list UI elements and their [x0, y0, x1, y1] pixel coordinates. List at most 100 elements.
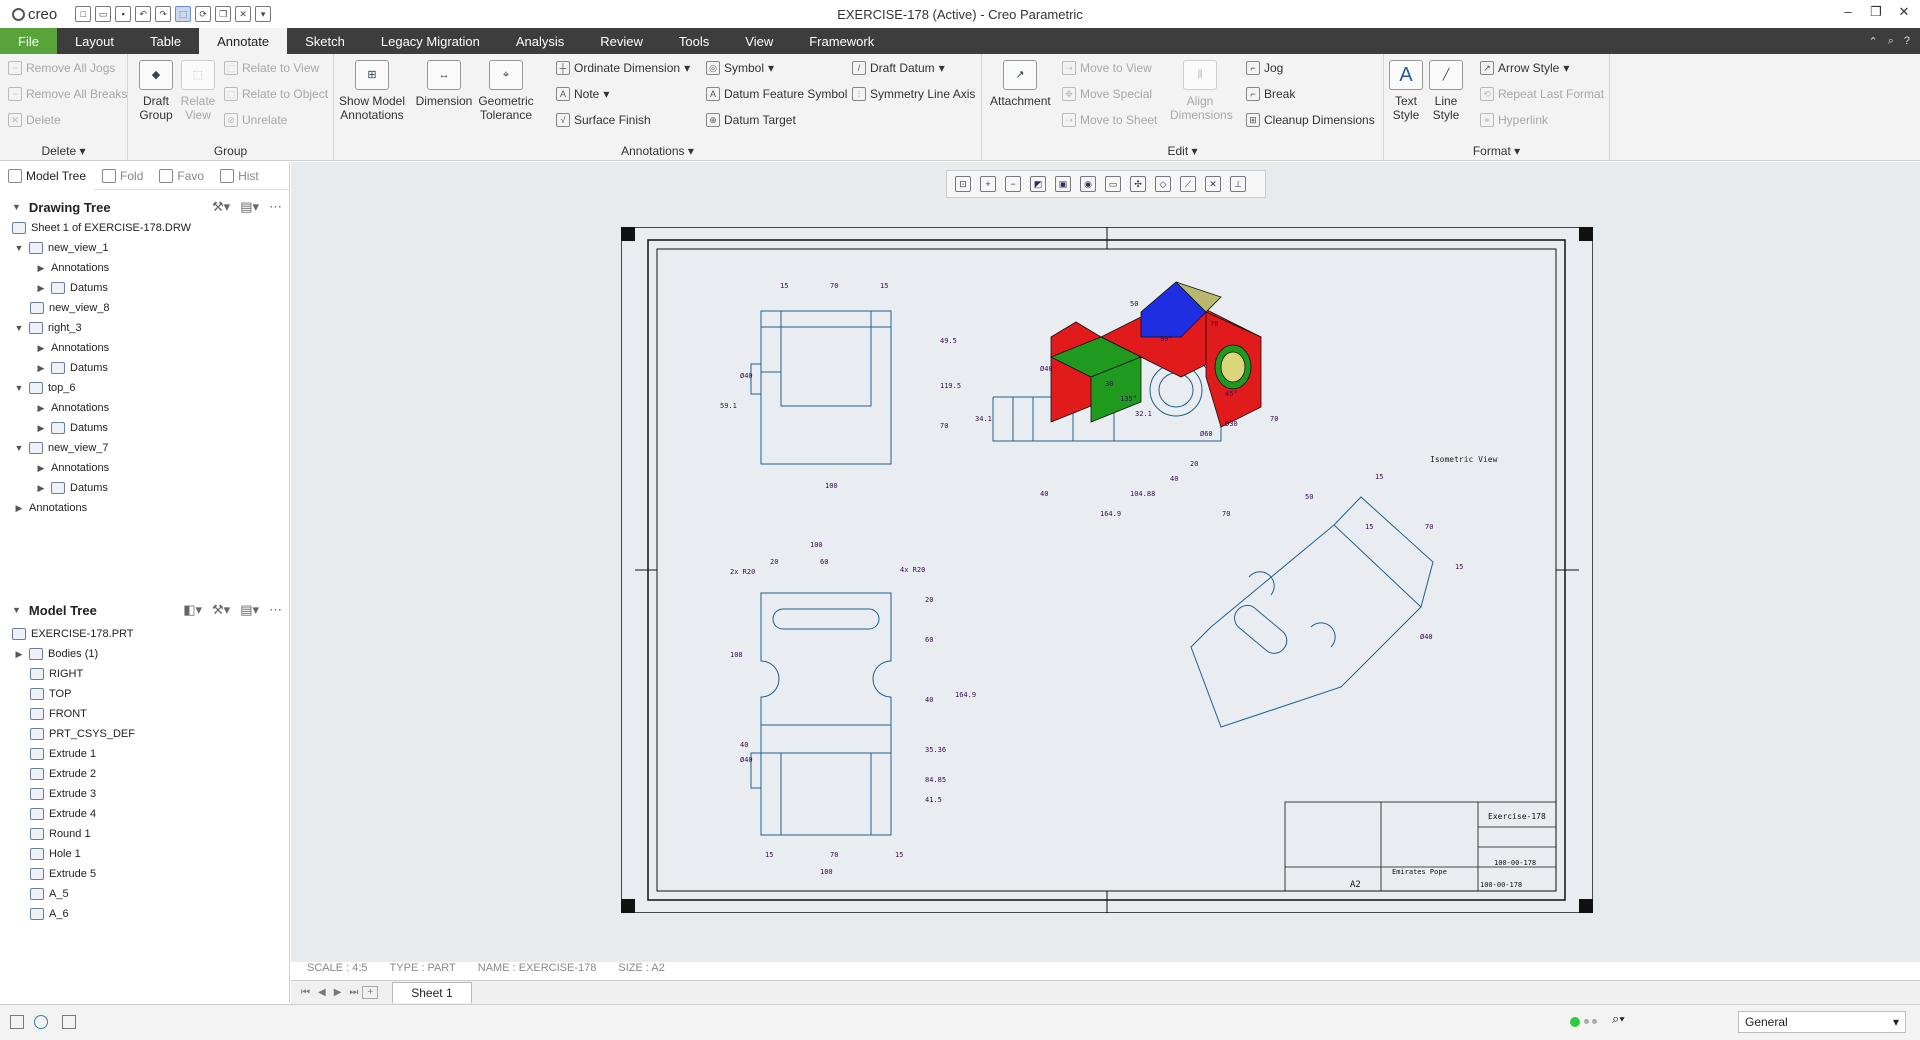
expand-icon[interactable]: ▶: [36, 463, 46, 474]
tree-node[interactable]: ▼ new_view_7: [14, 442, 109, 454]
dimension-label[interactable]: 164.9: [1100, 510, 1121, 518]
expand-icon[interactable]: ▶: [36, 263, 46, 274]
tree-node[interactable]: ▼ top_6: [14, 382, 76, 394]
redo-icon[interactable]: ↷: [155, 6, 172, 22]
line-style-button[interactable]: ╱ Line Style: [1426, 60, 1466, 122]
collapse-model-tree-icon[interactable]: ▼: [12, 605, 21, 615]
tab-tools[interactable]: Tools: [661, 28, 727, 54]
navigator-toggle-icon[interactable]: [10, 1015, 24, 1029]
last-sheet-icon[interactable]: ⏭: [345, 987, 362, 998]
dimension-label[interactable]: 20: [770, 558, 778, 566]
dimension-label[interactable]: Ø40: [740, 372, 753, 380]
tree-node[interactable]: ▶ Annotations: [36, 262, 110, 274]
drawing-sheet[interactable]: [621, 227, 1593, 913]
show-model-annotations-button[interactable]: ⊞ Show Model Annotations: [338, 60, 406, 122]
collapse-ribbon-icon[interactable]: ⌃: [1868, 35, 1877, 48]
expand-icon[interactable]: ▶: [36, 343, 46, 354]
symmetry-line-axis-button[interactable]: ⫶ Symmetry Line Axis: [852, 87, 975, 101]
expand-icon[interactable]: ▶: [14, 649, 24, 660]
tree-settings-icon[interactable]: ⚒▾: [212, 602, 230, 618]
dimension-label[interactable]: 15: [1365, 523, 1373, 531]
tree-node[interactable]: ▶ Annotations: [36, 402, 110, 414]
dimension-label[interactable]: 60: [820, 558, 828, 566]
tab-layout[interactable]: Layout: [57, 28, 132, 54]
select-box-icon[interactable]: ⬚: [175, 6, 192, 22]
tree-node[interactable]: A_6: [30, 908, 69, 920]
tab-legacy-migration[interactable]: Legacy Migration: [363, 28, 498, 54]
delete-group-label[interactable]: Delete ▾: [0, 144, 127, 158]
regenerate-icon[interactable]: ⟳: [195, 6, 212, 22]
tree-node[interactable]: ▼ right_3: [14, 322, 82, 334]
tree-filter-icon[interactable]: ▤▾: [240, 602, 259, 618]
expand-icon[interactable]: ▶: [36, 403, 46, 414]
ordinate-dimension-button[interactable]: ┼ Ordinate Dimension ▾: [556, 61, 690, 75]
expand-icon[interactable]: ▶: [36, 483, 46, 494]
arrow-style-button[interactable]: ↗ Arrow Style ▾: [1480, 61, 1569, 75]
tree-filter-icon[interactable]: ▤▾: [240, 199, 259, 215]
dimension-label[interactable]: 70: [830, 282, 838, 290]
sheet-tab[interactable]: Sheet 1: [392, 982, 472, 1003]
break-button[interactable]: ⌐ Break: [1246, 87, 1295, 101]
close-icon[interactable]: ✕: [1894, 4, 1914, 20]
dimension-label[interactable]: 100: [810, 541, 823, 549]
dimension-label[interactable]: 30: [1105, 380, 1113, 388]
dimension-label[interactable]: 15: [1375, 473, 1383, 481]
zoom-in-icon[interactable]: +: [980, 176, 996, 192]
dimension-label[interactable]: 2x R20: [730, 568, 755, 576]
dimension-label[interactable]: 15: [895, 851, 903, 859]
find-icon[interactable]: ⌕▾: [1612, 1011, 1625, 1027]
dimension-label[interactable]: 40: [1170, 475, 1178, 483]
expand-icon[interactable]: ▼: [14, 443, 24, 453]
cleanup-dimensions-button[interactable]: ⊞ Cleanup Dimensions: [1246, 113, 1375, 127]
tab-sketch[interactable]: Sketch: [287, 28, 363, 54]
dimension-label[interactable]: 34.1: [975, 415, 992, 423]
dimension-label[interactable]: 104.88: [1130, 490, 1155, 498]
tree-node[interactable]: ▶ Bodies (1): [14, 648, 98, 660]
expand-icon[interactable]: ▼: [14, 243, 24, 253]
tree-node[interactable]: A_5: [30, 888, 69, 900]
dimension-label[interactable]: 32.1: [1135, 410, 1152, 418]
tree-node[interactable]: Extrude 4: [30, 808, 96, 820]
help-search-icon[interactable]: ⌕: [1888, 35, 1894, 48]
customize-qat-icon[interactable]: ▾: [255, 6, 272, 22]
tab-history[interactable]: Hist: [212, 162, 267, 190]
tree-node[interactable]: ▶ Datums: [36, 482, 108, 494]
expand-icon[interactable]: ▶: [36, 423, 46, 434]
expand-icon[interactable]: ▶: [36, 363, 46, 374]
relate-to-object-button[interactable]: ⬚ Relate to Object: [224, 87, 328, 101]
dimension-label[interactable]: 40: [925, 696, 933, 704]
tab-annotate[interactable]: Annotate: [199, 28, 288, 54]
axis-display-icon[interactable]: ⟋: [1180, 176, 1196, 192]
help-icon[interactable]: ?: [1904, 35, 1910, 47]
delete-button[interactable]: ✕ Delete: [8, 113, 61, 127]
dimension-label[interactable]: 35.36: [925, 746, 946, 754]
unrelate-button[interactable]: ⊘ Unrelate: [224, 113, 287, 127]
annotations-group-label[interactable]: Annotations ▾: [334, 144, 981, 158]
point-display-icon[interactable]: ✕: [1205, 176, 1221, 192]
dimension-label[interactable]: 108: [730, 651, 743, 659]
dimension-label[interactable]: 70: [1210, 320, 1218, 328]
dimension-label[interactable]: 50: [1130, 300, 1138, 308]
dimension-button[interactable]: ↔ Dimension: [414, 60, 474, 108]
dimension-label[interactable]: 100: [820, 868, 833, 876]
tree-node[interactable]: Sheet 1 of EXERCISE-178.DRW: [12, 222, 191, 234]
dimension-label[interactable]: 84.85: [925, 776, 946, 784]
dimension-label[interactable]: 50: [1305, 493, 1313, 501]
windows-icon[interactable]: ❐: [215, 6, 232, 22]
new-file-icon[interactable]: □: [75, 6, 92, 22]
draft-datum-button[interactable]: / Draft Datum ▾: [852, 61, 945, 75]
first-sheet-icon[interactable]: ⏮: [297, 987, 314, 998]
format-group-label[interactable]: Format ▾: [1384, 144, 1609, 158]
tree-node[interactable]: ▶ Datums: [36, 362, 108, 374]
relate-view-button[interactable]: ⬚ Relate View: [178, 60, 218, 122]
dimension-label[interactable]: Ø40: [1420, 633, 1433, 641]
tab-framework[interactable]: Framework: [791, 28, 892, 54]
tab-folder[interactable]: Fold: [94, 162, 151, 190]
dimension-label[interactable]: 70: [1425, 523, 1433, 531]
collapse-drawing-tree-icon[interactable]: ▼: [12, 202, 21, 212]
tree-node[interactable]: Hole 1: [30, 848, 81, 860]
dimension-label[interactable]: 45°: [1225, 390, 1238, 398]
tree-node[interactable]: ▶ Datums: [36, 422, 108, 434]
note-button[interactable]: A Note ▾: [556, 87, 609, 101]
tab-review[interactable]: Review: [582, 28, 661, 54]
